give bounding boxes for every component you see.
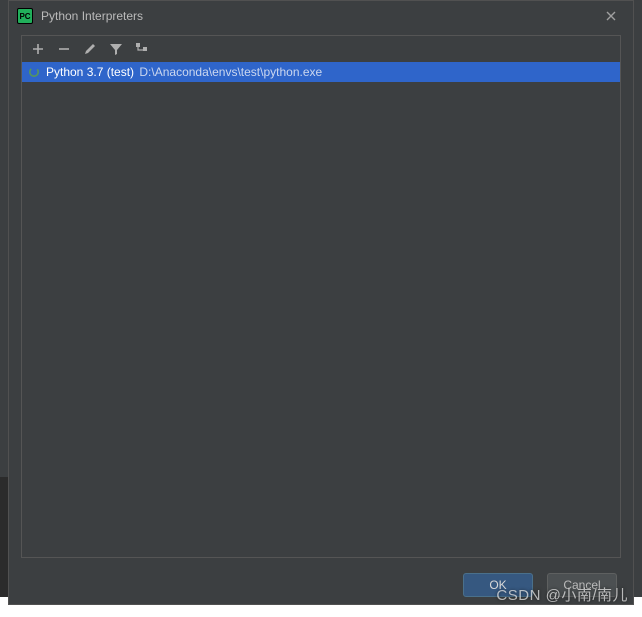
ok-button[interactable]: OK: [463, 573, 533, 597]
show-paths-button[interactable]: [134, 41, 150, 57]
loading-spinner-icon: [28, 66, 40, 78]
interpreter-panel: Python 3.7 (test) D:\Anaconda\envs\test\…: [21, 35, 621, 558]
pencil-icon: [83, 42, 97, 56]
cancel-button[interactable]: Cancel: [547, 573, 617, 597]
minus-icon: [57, 42, 71, 56]
interpreter-path: D:\Anaconda\envs\test\python.exe: [139, 65, 322, 79]
interpreter-list[interactable]: Python 3.7 (test) D:\Anaconda\envs\test\…: [22, 62, 620, 557]
plus-icon: [31, 42, 45, 56]
close-icon: [606, 11, 616, 21]
close-button[interactable]: [597, 2, 625, 30]
remove-interpreter-button[interactable]: [56, 41, 72, 57]
dialog-title: Python Interpreters: [41, 9, 589, 23]
interpreter-label: Python 3.7 (test) D:\Anaconda\envs\test\…: [46, 65, 322, 79]
pycharm-icon: PC: [17, 8, 33, 24]
edit-interpreter-button[interactable]: [82, 41, 98, 57]
titlebar: PC Python Interpreters: [9, 1, 633, 31]
toolbar: [22, 36, 620, 62]
filter-button[interactable]: [108, 41, 124, 57]
tree-icon: [135, 42, 149, 56]
dialog-footer: OK Cancel: [9, 566, 633, 604]
interpreter-name: Python 3.7 (test): [46, 65, 134, 79]
interpreter-row[interactable]: Python 3.7 (test) D:\Anaconda\envs\test\…: [22, 62, 620, 82]
python-interpreters-dialog: PC Python Interpreters: [8, 0, 634, 605]
add-interpreter-button[interactable]: [30, 41, 46, 57]
filter-icon: [109, 42, 123, 56]
